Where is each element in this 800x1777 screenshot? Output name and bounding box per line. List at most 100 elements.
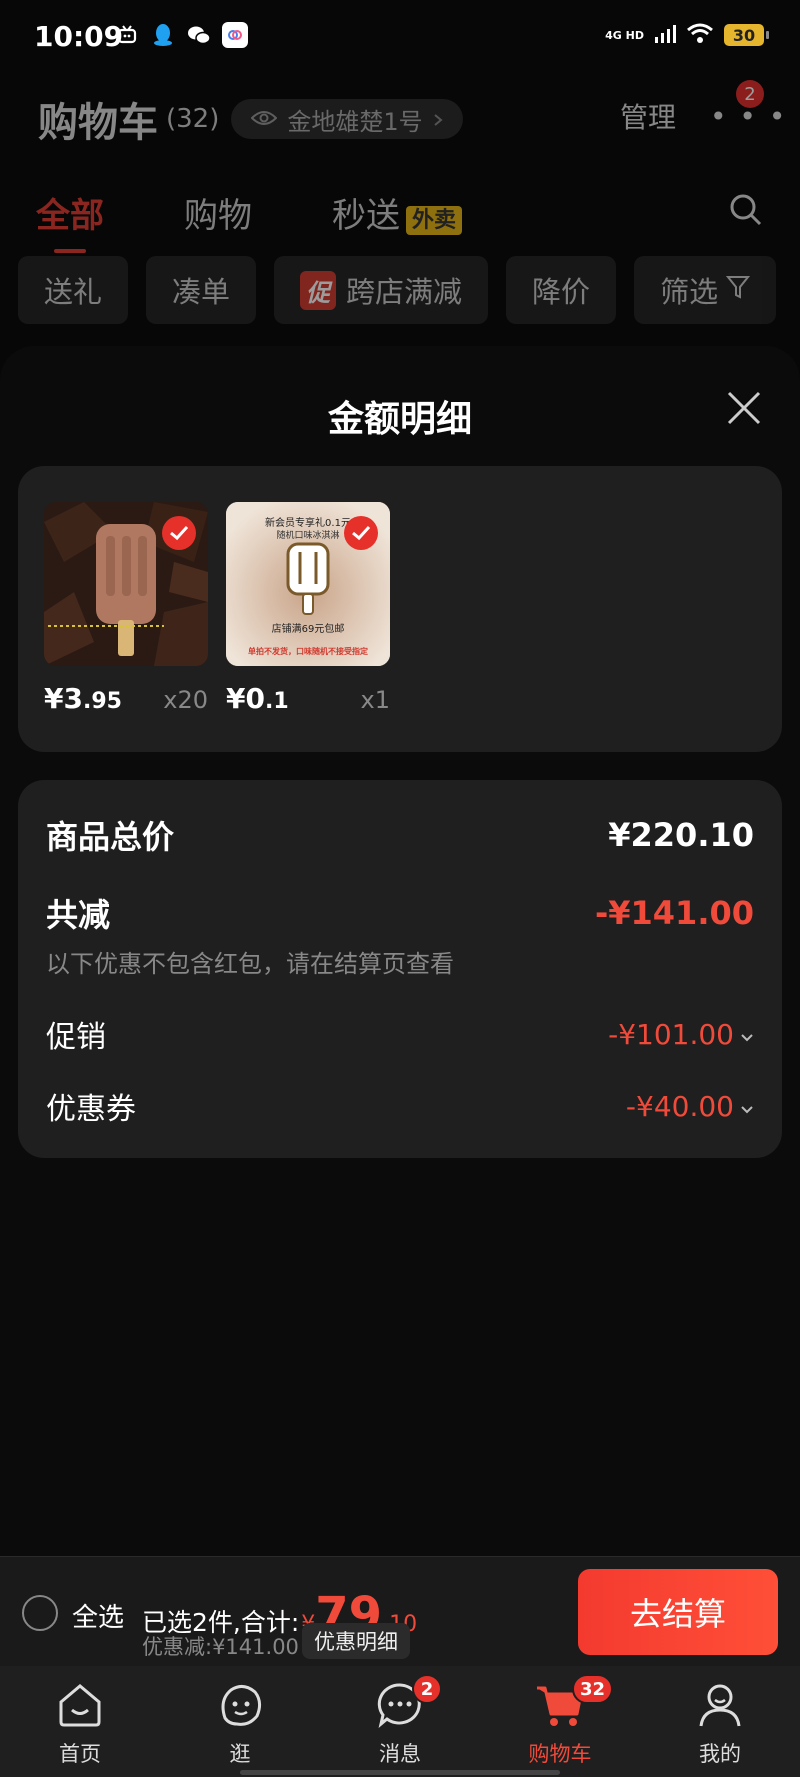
promotion-label: 促销 — [46, 1020, 106, 1055]
item-price: ¥0.1 — [226, 682, 289, 715]
filter-cross-store-label: 跨店满减 — [346, 275, 463, 309]
funnel-icon — [725, 273, 751, 307]
filter-cross-store-discount[interactable]: 促跨店满减 — [274, 256, 489, 324]
status-system-icons: 4G HD 30 — [605, 22, 769, 48]
status-time: 10:09 — [34, 20, 124, 53]
tab-express-label: 秒送 — [332, 196, 400, 236]
selected-item[interactable]: ¥3.95 x20 — [44, 502, 208, 715]
promotion-value: -¥101.00 — [608, 1017, 734, 1051]
promo-line-3: 店铺满69元包邮 — [271, 624, 345, 635]
wifi-icon — [686, 22, 714, 48]
coupon-label: 优惠券 — [46, 1092, 136, 1127]
total-reduction-row: 共减 -¥141.00 — [46, 890, 754, 936]
selected-item[interactable]: 新会员专享礼0.1元 随机口味冰淇淋 店铺满69元包邮 单拍不发货，口味随机不接… — [226, 502, 390, 715]
select-all-radio[interactable] — [22, 1595, 58, 1631]
total-price-value: ¥220.10 — [608, 816, 754, 854]
app-icon — [222, 22, 248, 48]
discount-detail-button[interactable]: 优惠明细 — [302, 1623, 410, 1659]
signal-icon — [654, 23, 676, 47]
selected-items-card: ¥3.95 x20 新会员专享礼0.1元 随机口味冰淇淋 店铺满69元包邮 单拍… — [18, 466, 782, 752]
browse-icon — [221, 1685, 262, 1726]
nav-home[interactable]: 首页 — [0, 1666, 160, 1777]
eye-icon — [250, 105, 278, 133]
cart-title: 购物车 — [38, 100, 158, 146]
tv-app-icon — [114, 22, 140, 48]
checked-icon[interactable] — [344, 516, 378, 550]
home-icon — [59, 1684, 101, 1727]
item-quantity: x1 — [360, 686, 390, 714]
promotion-value-wrap: -¥101.00 — [608, 1018, 754, 1051]
status-bar: 10:09 4G HD 30 — [0, 0, 800, 76]
product-image — [44, 502, 208, 666]
home-indicator[interactable] — [240, 1770, 560, 1775]
item-quantity: x20 — [163, 686, 208, 714]
item-price-dec: .1 — [264, 689, 289, 714]
message-badge: 2 — [412, 1674, 442, 1704]
item-price-dec: .95 — [82, 689, 122, 714]
filter-gift[interactable]: 送礼 — [18, 256, 129, 324]
filter-chips: 送礼 凑单 促跨店满减 降价 筛选 — [18, 256, 777, 324]
checked-icon[interactable] — [162, 516, 196, 550]
category-tabs: 全部 购物 秒送 外卖 — [36, 188, 463, 253]
promo-tag: 促 — [300, 270, 337, 310]
status-notification-icons — [114, 22, 248, 48]
qq-app-icon — [150, 22, 176, 48]
item-price-int: ¥0 — [226, 682, 265, 715]
nav-messages[interactable]: 消息 2 — [320, 1666, 480, 1777]
item-meta: ¥0.1 x1 — [226, 682, 390, 715]
filter-bundle[interactable]: 凑单 — [146, 256, 257, 324]
product-image: 新会员专享礼0.1元 随机口味冰淇淋 店铺满69元包邮 单拍不发货，口味随机不接… — [226, 502, 390, 666]
cart-count: (32) — [166, 104, 220, 134]
filter-screen[interactable]: 筛选 — [634, 256, 777, 324]
coupon-value-wrap: -¥40.00 — [626, 1090, 754, 1123]
total-price-label: 商品总价 — [46, 818, 175, 856]
nav-profile[interactable]: 我的 — [640, 1666, 800, 1777]
wechat-app-icon — [186, 22, 212, 48]
address-text: 金地雄楚1号 — [287, 107, 423, 136]
search-icon[interactable] — [728, 192, 764, 228]
network-label: 4G HD — [605, 28, 644, 42]
item-meta: ¥3.95 x20 — [44, 682, 208, 715]
promotion-row[interactable]: 促销 -¥101.00 — [46, 1012, 754, 1056]
nav-label: 首页 — [59, 1742, 101, 1766]
battery-icon: 30 — [724, 24, 769, 46]
discount-text: 优惠减:¥141.00 — [142, 1635, 299, 1659]
nav-label: 逛 — [229, 1742, 251, 1766]
filter-price-drop[interactable]: 降价 — [506, 256, 617, 324]
sheet-title: 金额明细 — [327, 399, 472, 440]
takeout-badge: 外卖 — [406, 206, 463, 235]
tab-all[interactable]: 全部 — [36, 188, 104, 253]
coupon-row[interactable]: 优惠券 -¥40.00 — [46, 1084, 754, 1128]
nav-label: 消息 — [379, 1742, 421, 1766]
cart-page-background: 购物车 (32) 金地雄楚1号 管理 • • • 2 全部 购物 秒送 外卖 送礼… — [0, 76, 800, 356]
manage-button[interactable]: 管理 — [620, 96, 676, 136]
amount-detail-sheet: 金额明细 ¥3.95 x20 新会员专享礼0.1元 随机口味冰淇淋 店铺满69元… — [0, 346, 800, 1556]
tab-express[interactable]: 秒送 外卖 — [332, 188, 463, 237]
item-price: ¥3.95 — [44, 682, 122, 715]
tab-shopping[interactable]: 购物 — [184, 188, 252, 237]
chevron-right-icon — [433, 105, 443, 133]
cart-header: 购物车 (32) 金地雄楚1号 — [38, 90, 463, 148]
close-icon[interactable] — [724, 388, 764, 428]
total-reduction-label: 共减 — [46, 896, 111, 934]
checkout-bar: 全选 已选2件,合计: ¥ 79 .10 优惠减:¥141.00 优惠明细 去结… — [0, 1556, 800, 1666]
bottom-nav: 首页 逛 消息 2 购物车 32 我的 — [0, 1666, 800, 1777]
nav-label: 我的 — [699, 1742, 741, 1766]
reduction-note: 以下优惠不包含红包，请在结算页查看 — [46, 950, 454, 978]
total-price-row: 商品总价 ¥220.10 — [46, 812, 754, 858]
item-price-int: ¥3 — [44, 682, 83, 715]
chevron-down-icon — [740, 1090, 754, 1123]
promo-line-4: 单拍不发货，口味随机不接受指定 — [248, 647, 368, 656]
coupon-value: -¥40.00 — [625, 1089, 734, 1123]
more-badge: 2 — [736, 80, 764, 108]
nav-label: 购物车 — [528, 1742, 592, 1766]
select-all-label[interactable]: 全选 — [72, 1597, 124, 1634]
nav-cart[interactable]: 购物车 32 — [480, 1666, 640, 1777]
chevron-down-icon — [740, 1018, 754, 1051]
checkout-button[interactable]: 去结算 — [578, 1569, 778, 1655]
profile-icon — [699, 1684, 741, 1727]
nav-browse[interactable]: 逛 — [160, 1666, 320, 1777]
address-selector[interactable]: 金地雄楚1号 — [231, 99, 463, 139]
total-reduction-value: -¥141.00 — [594, 894, 754, 932]
price-summary-card: 商品总价 ¥220.10 共减 -¥141.00 以下优惠不包含红包，请在结算页… — [18, 780, 782, 1158]
